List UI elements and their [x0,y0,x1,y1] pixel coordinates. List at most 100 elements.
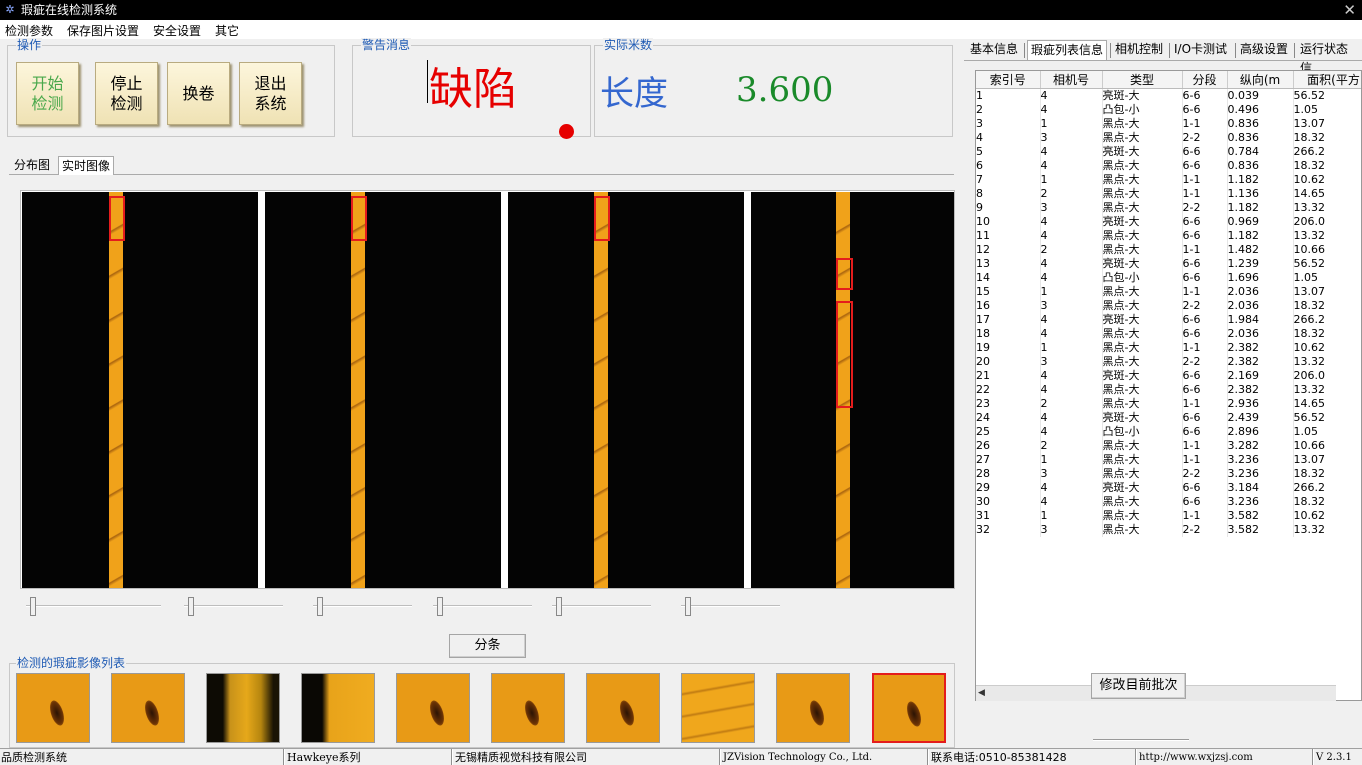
defect-thumbnail[interactable] [301,673,375,743]
table-row[interactable]: 23 2 黑点-大 1-1 2.936 14.65 [976,396,1361,411]
camera-slider-1[interactable] [26,597,161,617]
table-row[interactable]: 2 4 凸包-小 6-6 0.496 1.05 [976,102,1361,117]
table-row[interactable]: 21 4 亮斑-大 6-6 2.169 206.0 [976,368,1361,383]
table-row[interactable]: 10 4 亮斑-大 6-6 0.969 206.0 [976,214,1361,229]
cell-longitudinal: 1.182 [1227,200,1294,215]
menu-save-image-settings[interactable]: 保存图片设置 [67,22,139,39]
table-row[interactable]: 15 1 黑点-大 1-1 2.036 13.07 [976,284,1361,299]
table-row[interactable]: 32 3 黑点-大 2-2 3.582 13.32 [976,522,1361,537]
cell-index: 4 [976,130,1041,145]
table-row[interactable]: 18 4 黑点-大 6-6 2.036 18.32 [976,326,1361,341]
defect-thumbnail[interactable] [491,673,565,743]
table-row[interactable]: 25 4 凸包-小 6-6 2.896 1.05 [976,424,1361,439]
split-button[interactable]: 分条 [449,634,526,658]
defect-thumbnail[interactable] [681,673,755,743]
defect-thumbnail[interactable] [776,673,850,743]
tab-advanced-settings[interactable]: 高级设置 [1237,40,1291,60]
table-row[interactable]: 9 3 黑点-大 2-2 1.182 13.32 [976,200,1361,215]
modify-current-batch-button[interactable]: 修改目前批次 [1091,673,1186,699]
table-row[interactable]: 17 4 亮斑-大 6-6 1.984 266.2 [976,312,1361,327]
column-header-index[interactable]: 索引号 [976,71,1041,89]
tab-io-card-test[interactable]: I/O卡测试 [1171,40,1230,60]
column-header-area[interactable]: 面积(平方 [1293,71,1361,89]
table-row[interactable]: 7 1 黑点-大 1-1 1.182 10.62 [976,172,1361,187]
slider-thumb[interactable] [437,597,443,616]
cell-longitudinal: 2.036 [1227,326,1294,341]
defect-box[interactable] [109,196,125,241]
table-row[interactable]: 12 2 黑点-大 1-1 1.482 10.66 [976,242,1361,257]
tab-defect-list[interactable]: 瑕疵列表信息 [1027,40,1108,60]
camera-slider-4[interactable] [433,597,532,617]
table-row[interactable]: 13 4 亮斑-大 6-6 1.239 56.52 [976,256,1361,271]
tab-distribution[interactable]: 分布图 [11,156,53,175]
table-row[interactable]: 28 3 黑点-大 2-2 3.236 18.32 [976,466,1361,481]
status-website[interactable]: http://www.wxjzsj.com [1139,750,1253,765]
column-header-longitudinal[interactable]: 纵向(m [1227,71,1294,89]
slider-thumb[interactable] [30,597,36,616]
table-row[interactable]: 22 4 黑点-大 6-6 2.382 13.32 [976,382,1361,397]
defect-thumbnail[interactable] [396,673,470,743]
stop-detection-button[interactable]: 停止 检测 [95,62,158,125]
table-row[interactable]: 19 1 黑点-大 1-1 2.382 10.62 [976,340,1361,355]
table-row[interactable]: 8 2 黑点-大 1-1 1.136 14.65 [976,186,1361,201]
defect-thumbnail[interactable] [586,673,660,743]
cell-type: 黑点-大 [1102,452,1183,467]
slider-thumb[interactable] [556,597,562,616]
cell-type: 黑点-大 [1102,522,1183,537]
camera-slider-3[interactable] [313,597,412,617]
column-header-camera[interactable]: 相机号 [1040,71,1103,89]
cell-longitudinal: 0.039 [1227,88,1294,103]
table-row[interactable]: 5 4 亮斑-大 6-6 0.784 266.2 [976,144,1361,159]
start-detection-button[interactable]: 开始 检测 [16,62,79,125]
defect-thumbnail-selected[interactable] [872,673,946,743]
scroll-left-icon[interactable]: ◀ [978,688,985,698]
camera-slider-2[interactable] [184,597,283,617]
camera-slider-5[interactable] [552,597,651,617]
exit-system-button[interactable]: 退出 系统 [239,62,302,125]
column-header-type[interactable]: 类型 [1102,71,1183,89]
table-row[interactable]: 26 2 黑点-大 1-1 3.282 10.66 [976,438,1361,453]
defect-thumbnail[interactable] [206,673,280,743]
cell-index: 3 [976,116,1041,131]
cell-segment: 1-1 [1182,508,1228,523]
cell-type: 黑点-大 [1102,340,1183,355]
table-row[interactable]: 31 1 黑点-大 1-1 3.582 10.62 [976,508,1361,523]
tab-realtime-image[interactable]: 实时图像 [58,156,115,175]
cell-area: 56.52 [1293,256,1361,271]
defect-box[interactable] [351,196,367,241]
table-row[interactable]: 16 3 黑点-大 2-2 2.036 18.32 [976,298,1361,313]
table-row[interactable]: 11 4 黑点-大 6-6 1.182 13.32 [976,228,1361,243]
table-row[interactable]: 29 4 亮斑-大 6-6 3.184 266.2 [976,480,1361,495]
menu-security-settings[interactable]: 安全设置 [153,22,201,39]
table-row[interactable]: 14 4 凸包-小 6-6 1.696 1.05 [976,270,1361,285]
cell-area: 14.65 [1293,396,1361,411]
cell-area: 13.07 [1293,284,1361,299]
defect-box[interactable] [594,196,610,241]
table-row[interactable]: 30 4 黑点-大 6-6 3.236 18.32 [976,494,1361,509]
defect-box[interactable] [836,301,853,408]
column-header-segment[interactable]: 分段 [1182,71,1228,89]
defect-box[interactable] [836,258,853,290]
table-row[interactable]: 4 3 黑点-大 2-2 0.836 18.32 [976,130,1361,145]
table-row[interactable]: 3 1 黑点-大 1-1 0.836 13.07 [976,116,1361,131]
tab-camera-control[interactable]: 相机控制 [1112,40,1166,60]
cell-segment: 2-2 [1182,522,1228,537]
camera-slider-6[interactable] [681,597,780,617]
cell-type: 黑点-大 [1102,130,1183,145]
table-row[interactable]: 1 4 亮斑-大 6-6 0.039 56.52 [976,88,1361,103]
slider-thumb[interactable] [188,597,194,616]
tab-basic-info[interactable]: 基本信息 [967,40,1021,60]
table-row[interactable]: 6 4 黑点-大 6-6 0.836 18.32 [976,158,1361,173]
menu-detection-params[interactable]: 检测参数 [5,22,53,39]
defect-thumbnail[interactable] [16,673,90,743]
slider-thumb[interactable] [317,597,323,616]
table-row[interactable]: 20 3 黑点-大 2-2 2.382 13.32 [976,354,1361,369]
defect-thumbnail[interactable] [111,673,185,743]
change-roll-button[interactable]: 换卷 [167,62,230,125]
table-row[interactable]: 24 4 亮斑-大 6-6 2.439 56.52 [976,410,1361,425]
slider-thumb[interactable] [685,597,691,616]
close-icon[interactable]: ✕ [1343,0,1356,20]
table-row[interactable]: 27 1 黑点-大 1-1 3.236 13.07 [976,452,1361,467]
menu-other[interactable]: 其它 [215,22,239,39]
tab-run-status[interactable]: 运行状态信 [1297,40,1362,75]
